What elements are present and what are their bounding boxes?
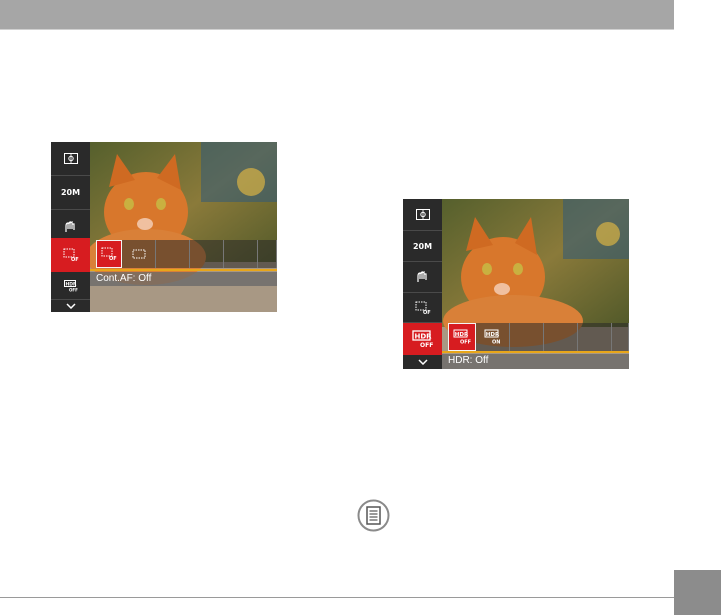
option-slot	[612, 323, 629, 351]
image-size-label: 20M	[60, 188, 81, 197]
camera-screen-left: 20M OFF HDROFF OFF Cont.AF: Off	[51, 142, 277, 312]
continuous-af-off-icon[interactable]: OFF	[51, 238, 90, 272]
camera-screen-right: 20M OFF HDROFF HDROFF HDRON HDR: Off	[403, 199, 629, 369]
svg-text:OFF: OFF	[109, 256, 117, 261]
svg-text:ON: ON	[492, 340, 500, 346]
option-strip: OFF	[96, 240, 277, 268]
option-slot	[544, 323, 578, 351]
option-slot	[510, 323, 544, 351]
note-icon	[357, 499, 390, 532]
menu-sidebar: 20M OFF HDROFF	[51, 142, 90, 312]
svg-text:HDR: HDR	[414, 333, 432, 341]
chevron-down-icon[interactable]	[403, 355, 442, 369]
continuous-af-on-option[interactable]	[122, 240, 156, 268]
option-strip: HDR OFF HDR ON	[448, 323, 629, 351]
hdr-off-icon[interactable]: HDR OFF	[403, 323, 442, 355]
image-size-item[interactable]: 20M	[403, 231, 442, 262]
option-underline	[90, 269, 277, 271]
svg-text:HDR: HDR	[455, 332, 469, 338]
svg-text:OFF: OFF	[420, 342, 433, 348]
option-slot	[258, 240, 277, 268]
hdr-off-icon[interactable]: HDR OFF	[51, 272, 90, 300]
setting-caption: Cont.AF: Off	[90, 272, 277, 286]
option-slot	[190, 240, 224, 268]
chevron-down-icon[interactable]	[51, 300, 90, 312]
footer-divider	[0, 597, 674, 598]
svg-text:HDR: HDR	[485, 332, 499, 338]
page-tab	[674, 570, 721, 615]
option-slot	[224, 240, 258, 268]
image-size-item[interactable]: 20M	[51, 176, 90, 210]
option-slot	[156, 240, 190, 268]
focus-area-icon[interactable]	[51, 142, 90, 176]
continuous-af-off-option[interactable]: OFF	[96, 240, 122, 268]
svg-text:OFF: OFF	[460, 340, 471, 346]
header-divider	[0, 29, 674, 30]
stabilizer-off-icon[interactable]	[403, 262, 442, 293]
svg-text:OFF: OFF	[423, 310, 431, 315]
svg-text:OFF: OFF	[69, 287, 78, 292]
header-bar	[0, 0, 674, 29]
hdr-on-option[interactable]: HDR ON	[476, 323, 510, 351]
continuous-af-off-icon[interactable]: OFF	[403, 293, 442, 323]
menu-sidebar: 20M OFF HDROFF	[403, 199, 442, 369]
focus-area-icon[interactable]	[403, 199, 442, 231]
hdr-off-option[interactable]: HDR OFF	[448, 323, 476, 351]
setting-caption: HDR: Off	[442, 354, 629, 369]
image-size-label: 20M	[412, 241, 433, 251]
option-slot	[578, 323, 612, 351]
svg-text:OFF: OFF	[71, 257, 79, 262]
option-underline	[442, 351, 629, 353]
